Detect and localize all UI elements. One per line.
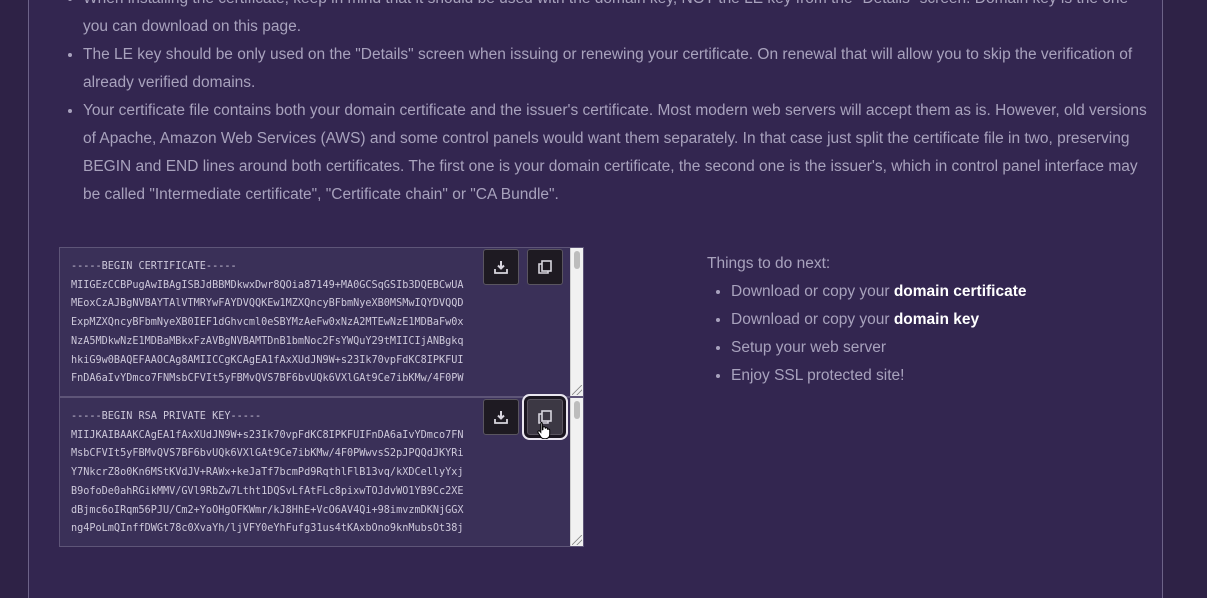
certificate-resize-handle[interactable] [572,385,582,395]
next-steps-title: Things to do next: [707,255,831,272]
next-steps-list: Download or copy your domain certificate… [707,278,1027,390]
private-key-resize-handle[interactable] [572,535,582,545]
note-certificate-file: Your certificate file contains both your… [83,97,1153,209]
list-item: Download or copy your domain key [731,306,1027,334]
download-icon [494,261,508,274]
note-domain-key: When installing the certificate, keep in… [83,0,1153,41]
copy-icon [538,260,552,274]
installation-notes: When installing the certificate, keep in… [55,0,1153,209]
certificate-scrollbar[interactable] [570,248,583,396]
next-steps: Things to do next: Download or copy your… [707,250,1027,390]
download-icon [494,411,508,424]
private-key-scrollbar[interactable] [570,398,583,546]
list-item: Setup your web server [731,334,1027,362]
download-key-button[interactable] [483,399,519,435]
list-item: Enjoy SSL protected site! [731,362,1027,390]
download-certificate-button[interactable] [483,249,519,285]
copy-certificate-button[interactable] [527,249,563,285]
hand-cursor-icon [537,422,551,439]
list-item: Download or copy your domain certificate [731,278,1027,306]
note-le-key: The LE key should be only used on the "D… [83,41,1153,97]
